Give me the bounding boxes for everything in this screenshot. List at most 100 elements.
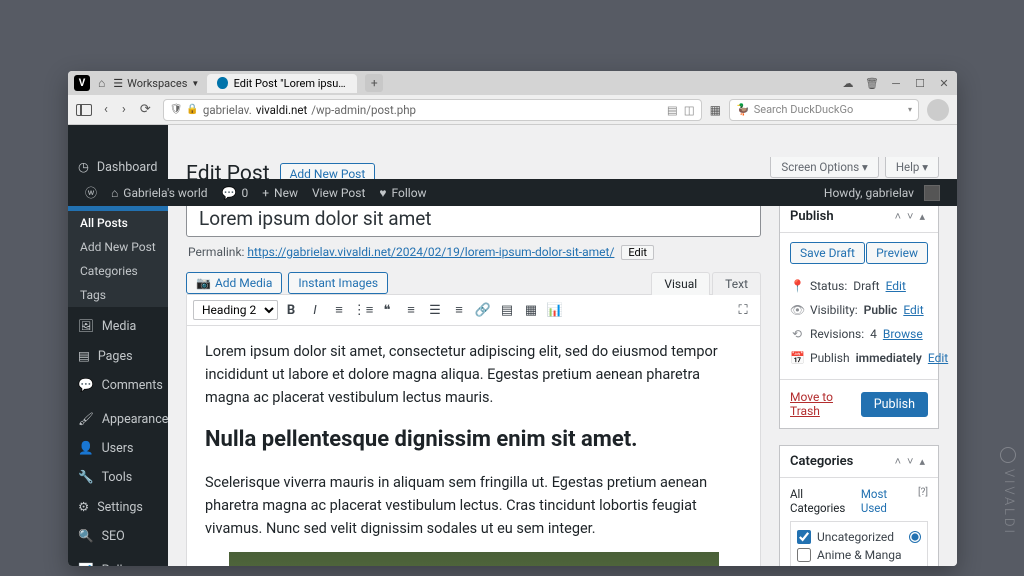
gear-icon: ⚙ [78, 499, 89, 515]
sidebar-item-comments[interactable]: 💬Comments [68, 371, 168, 400]
qr-icon[interactable]: ▦ [710, 103, 721, 117]
toggle-icon[interactable]: ▴ [916, 455, 928, 468]
browse-revisions-link[interactable]: Browse [883, 327, 923, 341]
reload-button[interactable]: ⟳ [136, 100, 155, 119]
sidebar-item-media[interactable]: 🖼Media [68, 312, 168, 341]
home-icon[interactable]: ⌂ [98, 76, 105, 90]
quote-button[interactable]: ❝ [376, 299, 398, 321]
account-link[interactable]: Howdy, gabrielav [817, 185, 947, 201]
editor-content[interactable]: Lorem ipsum dolor sit amet, consectetur … [187, 326, 760, 566]
move-down-icon[interactable]: ˅ [904, 455, 916, 468]
move-up-icon[interactable]: ˄ [892, 455, 904, 468]
dashboard-icon: ◷ [78, 159, 89, 175]
sidebar-item-polls[interactable]: 📊Polls [68, 556, 168, 566]
chart-button[interactable]: 📊 [544, 299, 566, 321]
bullet-list-button[interactable]: ≡ [328, 299, 350, 321]
fullscreen-button[interactable]: ⛶ [732, 299, 754, 321]
new-tab-button[interactable]: + [365, 74, 383, 92]
search-engine-icon: 🦆 [736, 103, 750, 116]
browser-tab[interactable]: Edit Post "Lorem ipsum dol [207, 74, 357, 93]
schedule-edit-link[interactable]: Edit [928, 351, 948, 365]
visibility-edit-link[interactable]: Edit [903, 303, 923, 317]
status-edit-link[interactable]: Edit [886, 279, 906, 293]
url-prefix: gabrielav. [203, 103, 252, 117]
trash-icon[interactable]: 🗑 [865, 77, 879, 90]
sidebar-item-appearance[interactable]: 🖌Appearance [68, 405, 168, 434]
number-list-button[interactable]: ⋮≡ [352, 299, 374, 321]
view-post-link[interactable]: View Post [305, 186, 372, 200]
submenu-all-posts[interactable]: All Posts [68, 211, 168, 235]
italic-button[interactable]: I [304, 299, 326, 321]
sidebar-item-tools[interactable]: 🔧Tools [68, 463, 168, 492]
permalink-row: Permalink: https://gabrielav.vivaldi.net… [188, 245, 761, 260]
cat-tab-used[interactable]: Most Used [861, 487, 908, 515]
align-right-button[interactable]: ≡ [448, 299, 470, 321]
cat-help-icon[interactable]: [?] [918, 487, 928, 515]
save-draft-button[interactable]: Save Draft [790, 242, 865, 264]
url-input[interactable]: 🛡 🔒 gabrielav.vivaldi.net/wp-admin/post.… [163, 99, 702, 121]
submenu-tags[interactable]: Tags [68, 283, 168, 307]
preview-button[interactable]: Preview [866, 242, 928, 264]
toggle-icon[interactable]: ▴ [916, 210, 928, 223]
move-to-trash-link[interactable]: Move to Trash [790, 390, 861, 418]
minimize-button[interactable]: ─ [889, 77, 903, 90]
add-media-button[interactable]: 📷Add Media [186, 272, 282, 294]
category-item[interactable]: Uncategorized [797, 528, 921, 546]
follow-link[interactable]: ♥Follow [372, 186, 433, 200]
instant-images-button[interactable]: Instant Images [288, 272, 388, 294]
comments-link[interactable]: 💬0 [215, 186, 256, 200]
sidebar-item-dashboard[interactable]: ◷Dashboard [68, 152, 168, 182]
category-item[interactable]: Browser [797, 564, 921, 566]
vivaldi-brand: VIVALDI [1000, 447, 1016, 536]
media-icon: 🖼 [78, 319, 94, 334]
browser-window: V ⌂ ☰ Workspaces ▼ Edit Post "Lorem ipsu… [68, 71, 957, 566]
reader-icon[interactable]: ▤ [667, 103, 678, 117]
submenu-categories[interactable]: Categories [68, 259, 168, 283]
sidebar-item-settings[interactable]: ⚙Settings [68, 492, 168, 522]
cat-tab-all[interactable]: All Categories [790, 487, 851, 515]
move-down-icon[interactable]: ˅ [904, 210, 916, 223]
editor-tab-text[interactable]: Text [712, 272, 761, 295]
sidebar-item-seo[interactable]: 🔍SEO [68, 522, 168, 551]
align-center-button[interactable]: ☰ [424, 299, 446, 321]
link-button[interactable]: 🔗 [472, 299, 494, 321]
category-item[interactable]: Anime & Manga [797, 546, 921, 564]
panel-toggle-icon[interactable] [76, 104, 92, 116]
format-select[interactable]: Heading 2 [193, 300, 278, 320]
close-button[interactable]: ✕ [937, 77, 951, 90]
profile-avatar[interactable] [927, 99, 949, 121]
bold-button[interactable]: B [280, 299, 302, 321]
toolbar-toggle-button[interactable]: ▦ [520, 299, 542, 321]
editor-tab-visual[interactable]: Visual [651, 272, 710, 295]
submenu-add-new[interactable]: Add New Post [68, 235, 168, 259]
publish-box: Publish ˄ ˅ ▴ Save Draft Preview 📍Status… [779, 200, 939, 429]
search-input[interactable]: 🦆 Search DuckDuckGo ▾ [729, 99, 919, 121]
workspaces-menu[interactable]: ☰ Workspaces ▼ [113, 77, 199, 90]
home-icon: ⌂ [111, 186, 118, 200]
user-avatar-icon [924, 185, 940, 201]
editor-wrap: Heading 2 B I ≡ ⋮≡ ❝ ≡ ☰ ≡ 🔗 ▤ ▦ [186, 294, 761, 566]
sidebar-item-pages[interactable]: ▤Pages [68, 341, 168, 371]
maximize-button[interactable]: ☐ [913, 77, 927, 90]
permalink-edit-button[interactable]: Edit [621, 245, 654, 260]
align-left-button[interactable]: ≡ [400, 299, 422, 321]
permalink-link[interactable]: https://gabrielav.vivaldi.net/2024/02/19… [247, 245, 614, 259]
help-button[interactable]: Help ▾ [885, 157, 939, 178]
brush-icon: 🖌 [78, 412, 94, 427]
publish-button[interactable]: Publish [861, 392, 928, 417]
screen-options-button[interactable]: Screen Options ▾ [770, 157, 878, 178]
site-name-link[interactable]: ⌂Gabriela's world [104, 186, 215, 200]
plus-icon: + [262, 186, 269, 200]
wp-logo-icon[interactable]: ⓦ [78, 184, 104, 201]
bookmark-icon[interactable]: ◫ [684, 103, 695, 117]
new-content-link[interactable]: +New [255, 186, 305, 200]
comment-icon: 💬 [222, 186, 237, 200]
move-up-icon[interactable]: ˄ [892, 210, 904, 223]
more-button[interactable]: ▤ [496, 299, 518, 321]
cloud-icon[interactable]: ☁ [841, 77, 855, 90]
sidebar-item-users[interactable]: 👤Users [68, 434, 168, 463]
forward-button[interactable]: › [118, 100, 130, 119]
comment-icon: 💬 [78, 378, 94, 393]
vivaldi-icon[interactable]: V [74, 75, 90, 91]
back-button[interactable]: ‹ [100, 100, 112, 119]
